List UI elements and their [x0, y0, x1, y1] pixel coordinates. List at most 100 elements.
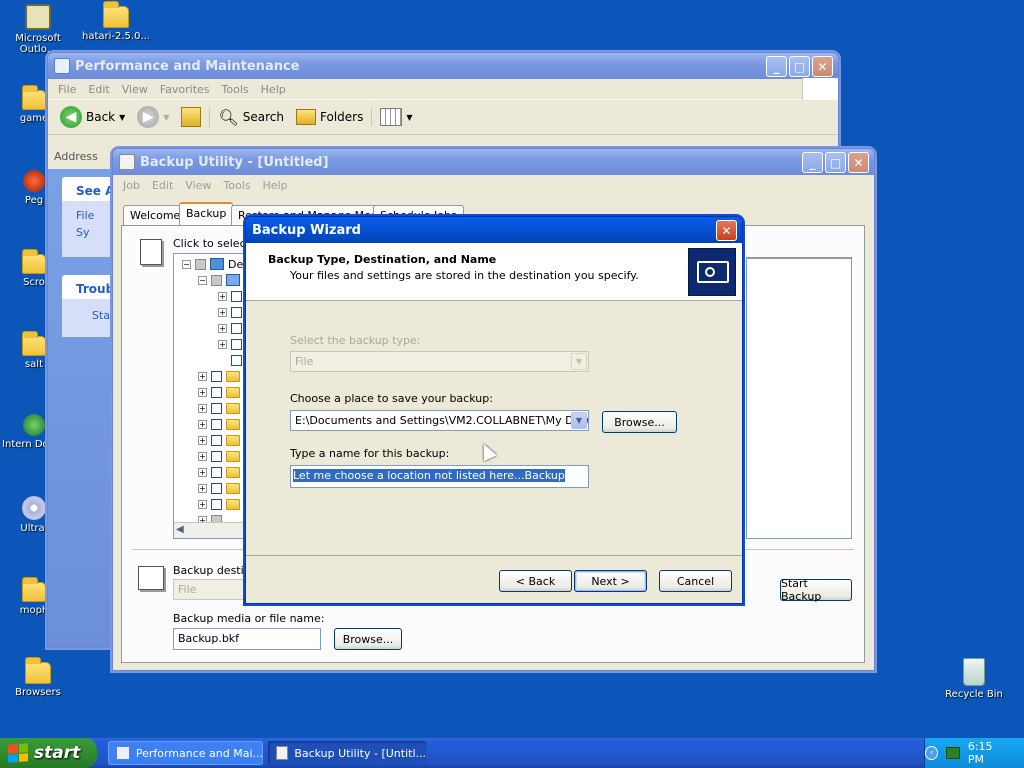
- minimize-button[interactable]: _: [766, 56, 787, 77]
- clock[interactable]: 6:15 PM: [968, 740, 1010, 766]
- checkbox[interactable]: [211, 402, 222, 414]
- expand-icon[interactable]: +: [218, 307, 227, 317]
- tree-row[interactable]: +: [198, 496, 240, 512]
- media-browse-button[interactable]: Browse...: [334, 628, 402, 650]
- up-button[interactable]: [177, 107, 205, 127]
- menu-file[interactable]: File: [52, 83, 82, 96]
- menu-tools[interactable]: Tools: [216, 83, 255, 96]
- backup-tree[interactable]: − De − + + + + + + + + + + + + + + ◀: [173, 253, 253, 539]
- forward-button[interactable]: ▶ ▼: [133, 106, 173, 128]
- menu-edit[interactable]: Edit: [146, 179, 179, 192]
- expand-icon[interactable]: +: [198, 499, 207, 509]
- desktop-icon-browsers[interactable]: Browsers: [0, 657, 76, 698]
- media-file-input[interactable]: Backup.bkf: [173, 628, 321, 650]
- checkbox[interactable]: [211, 386, 222, 398]
- checkbox[interactable]: [211, 434, 222, 446]
- start-button[interactable]: start: [0, 738, 97, 768]
- network-icon[interactable]: [946, 747, 960, 759]
- menu-job[interactable]: Job: [117, 179, 146, 192]
- tree-row[interactable]: +: [198, 416, 240, 432]
- tree-row[interactable]: +: [218, 304, 242, 320]
- checkbox[interactable]: [211, 482, 222, 494]
- performance-titlebar[interactable]: Performance and Maintenance _ □ ✕: [48, 53, 838, 79]
- desktop-icon-outlook[interactable]: Microsoft Outlo...: [0, 4, 76, 55]
- expand-icon[interactable]: +: [218, 339, 227, 349]
- dropdown-icon[interactable]: ▼: [406, 113, 412, 122]
- wizard-cancel-button[interactable]: Cancel: [659, 570, 732, 592]
- search-button[interactable]: 🔍︎ Search: [209, 107, 288, 127]
- back-button[interactable]: ◀ Back ▼: [56, 106, 129, 128]
- expand-icon[interactable]: +: [198, 387, 207, 397]
- checkbox[interactable]: [231, 354, 242, 366]
- expand-icon[interactable]: +: [218, 323, 227, 333]
- start-backup-button[interactable]: Start Backup: [780, 577, 852, 603]
- menu-tools[interactable]: Tools: [217, 179, 256, 192]
- tree-row[interactable]: +: [198, 384, 240, 400]
- close-button[interactable]: ✕: [812, 56, 833, 77]
- maximize-button[interactable]: □: [789, 56, 810, 77]
- checkbox[interactable]: [231, 290, 242, 302]
- expand-icon[interactable]: +: [198, 371, 207, 381]
- maximize-button[interactable]: □: [825, 152, 846, 173]
- checkbox[interactable]: [211, 450, 222, 462]
- tree-row[interactable]: −: [198, 272, 240, 288]
- folders-button[interactable]: Folders: [292, 109, 367, 125]
- menu-view[interactable]: View: [179, 179, 217, 192]
- expand-icon[interactable]: +: [198, 435, 207, 445]
- views-button[interactable]: ▼: [371, 108, 416, 126]
- backup-destination-select[interactable]: File: [173, 579, 247, 600]
- checkbox[interactable]: [211, 274, 222, 286]
- checkbox[interactable]: [211, 498, 222, 510]
- dropdown-icon[interactable]: ▼: [119, 113, 125, 122]
- tree-row[interactable]: +: [198, 368, 240, 384]
- dropdown-icon[interactable]: ▼: [163, 113, 169, 122]
- expand-icon[interactable]: +: [198, 403, 207, 413]
- wizard-back-button[interactable]: < Back: [499, 570, 572, 592]
- menu-help[interactable]: Help: [257, 179, 294, 192]
- minimize-button[interactable]: _: [802, 152, 823, 173]
- close-button[interactable]: ✕: [848, 152, 869, 173]
- taskbar-item-backup-utility[interactable]: Backup Utility - [Untitl...: [268, 741, 426, 765]
- backup-location-select[interactable]: E:\Documents and Settings\VM2.COLLABNET\…: [290, 410, 589, 431]
- tab-welcome[interactable]: Welcome: [123, 205, 188, 225]
- wizard-titlebar[interactable]: Backup Wizard ✕: [246, 217, 742, 243]
- checkbox[interactable]: [211, 370, 222, 382]
- backup-name-input[interactable]: Let me choose a location not listed here…: [290, 465, 589, 488]
- expand-icon[interactable]: +: [198, 467, 207, 477]
- tree-row-desktop[interactable]: − De: [182, 256, 243, 272]
- wizard-browse-button[interactable]: Browse...: [602, 411, 677, 433]
- close-button[interactable]: ✕: [716, 220, 737, 241]
- checkbox[interactable]: [195, 258, 206, 270]
- checkbox[interactable]: [231, 322, 242, 334]
- backup-titlebar[interactable]: Backup Utility - [Untitled] _ □ ✕: [113, 149, 874, 175]
- tree-row[interactable]: +: [218, 336, 242, 352]
- show-hidden-icons-icon[interactable]: ‹: [924, 746, 939, 760]
- checkbox[interactable]: [211, 466, 222, 478]
- horizontal-scrollbar[interactable]: ◀: [174, 522, 252, 538]
- checkbox[interactable]: [231, 306, 242, 318]
- chevron-down-icon[interactable]: ▼: [571, 412, 587, 429]
- desktop-icon-hatari[interactable]: hatari-2.5.0...: [78, 1, 154, 42]
- menu-edit[interactable]: Edit: [82, 83, 115, 96]
- backup-type-select[interactable]: File ▼: [290, 351, 589, 372]
- menu-help[interactable]: Help: [255, 83, 292, 96]
- checkbox[interactable]: [231, 338, 242, 350]
- collapse-icon[interactable]: −: [182, 259, 191, 269]
- tree-row[interactable]: +: [198, 480, 240, 496]
- tree-row[interactable]: [231, 352, 242, 368]
- menu-favorites[interactable]: Favorites: [154, 83, 216, 96]
- menu-view[interactable]: View: [116, 83, 154, 96]
- expand-icon[interactable]: +: [218, 291, 227, 301]
- tree-row[interactable]: +: [218, 288, 242, 304]
- desktop-icon-recycle-bin[interactable]: Recycle Bin: [936, 658, 1012, 700]
- collapse-icon[interactable]: −: [198, 275, 207, 285]
- expand-icon[interactable]: +: [198, 483, 207, 493]
- tree-row[interactable]: +: [218, 320, 242, 336]
- checkbox[interactable]: [211, 418, 222, 430]
- wizard-next-button[interactable]: Next >: [574, 570, 647, 592]
- taskbar-item-performance[interactable]: Performance and Mai...: [108, 741, 263, 765]
- tab-backup[interactable]: Backup: [179, 202, 234, 226]
- expand-icon[interactable]: +: [198, 451, 207, 461]
- tree-row[interactable]: +: [198, 448, 240, 464]
- expand-icon[interactable]: +: [198, 419, 207, 429]
